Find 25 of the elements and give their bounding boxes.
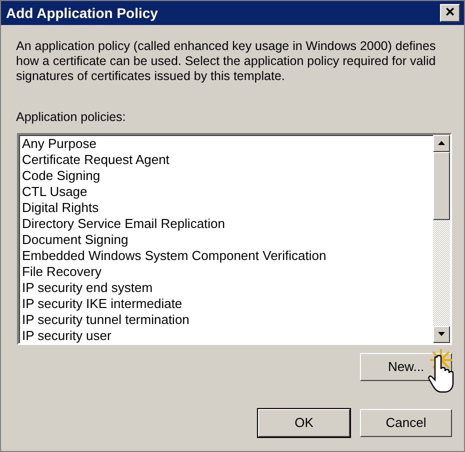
list-item[interactable]: Certificate Request Agent xyxy=(21,152,433,168)
list-item[interactable]: CTL Usage xyxy=(21,184,433,200)
description-text: An application policy (called enhanced key usage in Windows 2000) defines how a certificate can be used. Select the application policy required for valid signatures of certificates issued by this template. xyxy=(16,39,437,84)
list-item[interactable]: Any Purpose xyxy=(21,136,433,152)
window-title: Add Application Policy xyxy=(6,4,158,23)
list-item[interactable]: Digital Rights xyxy=(21,200,433,216)
scroll-up-button[interactable] xyxy=(433,134,450,152)
list-item[interactable]: Document Signing xyxy=(21,232,433,248)
list-item[interactable]: Code Signing xyxy=(21,168,433,184)
close-button[interactable]: × xyxy=(440,4,460,22)
list-item[interactable]: Embedded Windows System Component Verification xyxy=(21,248,433,264)
up-arrow-icon xyxy=(438,141,445,146)
list-item[interactable]: IP security IKE intermediate xyxy=(21,296,433,312)
policies-listbox[interactable] xyxy=(17,132,452,345)
scroll-down-button[interactable] xyxy=(433,326,450,343)
scrollbar-thumb[interactable] xyxy=(433,152,450,220)
list-item[interactable]: IP security user xyxy=(21,328,433,343)
ok-button[interactable]: OK xyxy=(258,408,350,437)
list-item[interactable]: File Recovery xyxy=(21,264,433,280)
down-arrow-icon xyxy=(438,332,445,336)
list-item[interactable]: IP security end system xyxy=(21,280,433,296)
list-item[interactable]: Directory Service Email Replication xyxy=(21,216,433,232)
cancel-button[interactable]: Cancel xyxy=(360,408,452,437)
list-item[interactable]: IP security tunnel termination xyxy=(21,312,433,328)
list-label: Application policies: xyxy=(16,109,127,126)
